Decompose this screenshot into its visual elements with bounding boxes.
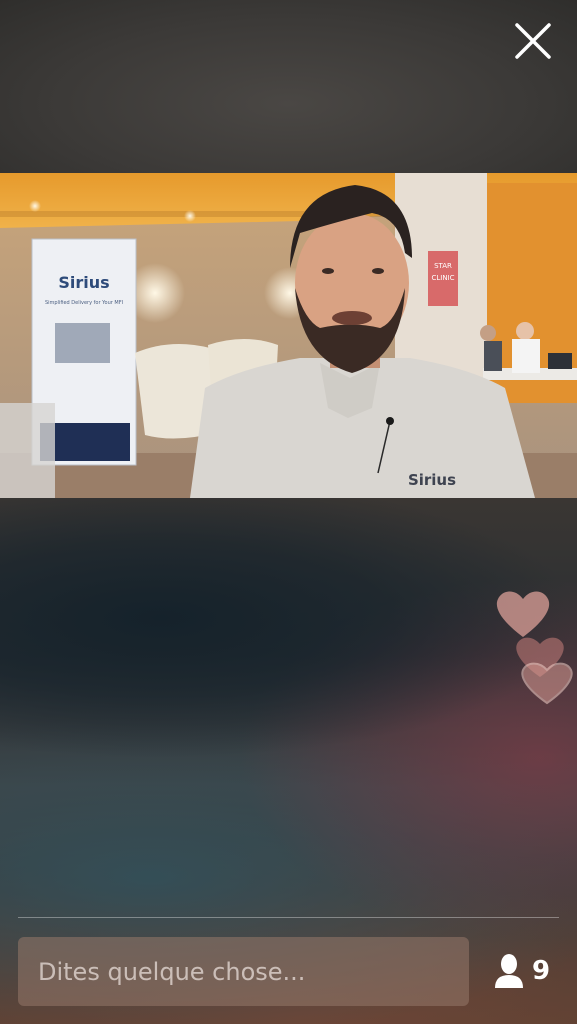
sign-top-text: STAR [434,262,452,270]
live-video-frame[interactable]: STAR CLINIC Sirius Simplified Delivery f… [0,173,577,498]
shirt-brand-text: Sirius [408,471,456,489]
comment-input[interactable] [36,956,451,987]
viewer-counter[interactable]: 9 [494,948,550,994]
heart-icon [521,662,573,705]
banner-tagline-text: Simplified Delivery for Your MFI [45,300,123,306]
sign-bottom-text: CLINIC [431,274,454,282]
banner-brand-text: Sirius [58,273,109,292]
person-icon [495,954,523,988]
video-scene: STAR CLINIC Sirius Simplified Delivery f… [0,173,577,498]
close-icon[interactable] [510,18,556,64]
comment-divider [18,917,559,918]
comment-box[interactable] [18,937,469,1006]
heart-icon [496,591,550,637]
viewer-count: 9 [532,956,551,986]
blurred-background-top [0,0,577,173]
floating-hearts [496,591,573,705]
